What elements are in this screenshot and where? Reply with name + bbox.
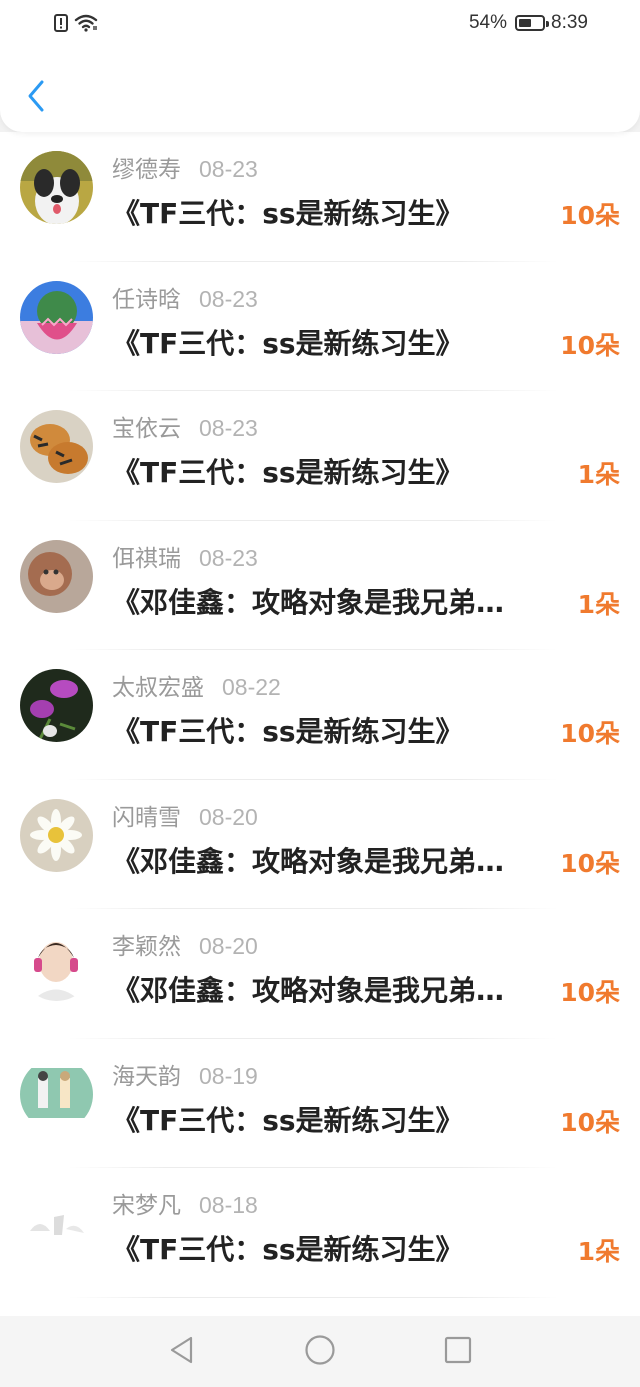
user-name[interactable]: 太叔宏盛 <box>112 668 204 702</box>
flower-count: 10朵 <box>560 201 620 230</box>
status-right: 54% 8:39 <box>469 12 588 34</box>
book-title[interactable]: 《TF三代：ss是新练习生》 <box>112 451 552 491</box>
item-meta: 太叔宏盛 08-22 <box>112 668 281 702</box>
list-item[interactable]: 任诗晗 08-23 《TF三代：ss是新练习生》 10朵 <box>0 262 640 391</box>
gift-date: 08-20 <box>199 803 258 830</box>
battery-level <box>519 19 532 27</box>
book-title[interactable]: 《TF三代：ss是新练习生》 <box>112 322 552 362</box>
avatar[interactable] <box>20 280 93 354</box>
nav-back-button[interactable] <box>162 1332 202 1372</box>
book-title[interactable]: 《邓佳鑫：攻略对象是我兄弟… <box>112 840 552 880</box>
item-meta: 缪德寿 08-23 <box>112 150 258 184</box>
avatar[interactable] <box>20 1187 93 1260</box>
monkey-avatar <box>20 539 93 613</box>
gift-date: 08-18 <box>199 1192 258 1218</box>
gift-date: 08-19 <box>199 1062 258 1089</box>
user-name[interactable]: 宝依云 <box>112 409 181 443</box>
item-meta: 宝依云 08-23 <box>112 409 258 443</box>
gift-list: 缪德寿 08-23 《TF三代：ss是新练习生》 10朵 任诗晗 08-23 《TF三代：s… <box>0 132 640 1316</box>
dog-avatar <box>20 151 93 224</box>
gift-date: 08-23 <box>199 156 258 182</box>
item-meta: 宋梦凡 08-18 <box>112 1186 258 1220</box>
flower-count: 10朵 <box>560 330 620 360</box>
daisy-avatar <box>20 798 93 872</box>
gift-date: 08-22 <box>222 674 281 700</box>
status-left <box>54 14 98 36</box>
nav-home-button[interactable] <box>300 1332 340 1372</box>
list-item[interactable]: 李颖然 08-20 《邓佳鑫：攻略对象是我兄弟… 10朵 <box>0 909 640 1039</box>
clock: 8:39 <box>551 12 588 33</box>
book-title[interactable]: 《TF三代：ss是新练习生》 <box>112 1228 552 1268</box>
list-item[interactable]: 佴祺瑞 08-23 《邓佳鑫：攻略对象是我兄弟… 1朵 <box>0 521 640 650</box>
list-item[interactable]: 宝依云 08-23 《TF三代：ss是新练习生》 1朵 <box>0 391 640 521</box>
gift-date: 08-20 <box>199 933 258 959</box>
flower-count: 10朵 <box>560 848 620 878</box>
gift-date: 08-23 <box>199 285 258 312</box>
gift-date: 08-23 <box>199 544 258 571</box>
user-name[interactable]: 李颖然 <box>112 927 181 961</box>
status-bar: 54% 8:39 <box>0 0 640 52</box>
flower-count: 1朵 <box>577 1237 620 1266</box>
header: 54% 8:39 <box>0 0 640 132</box>
alert-icon <box>54 14 68 36</box>
list-item[interactable]: 宋梦凡 08-18 《TF三代：ss是新练习生》 1朵 <box>0 1168 640 1298</box>
gift-list-screen: 54% 8:39 缪德寿 08-23 《TF三代：ss是新练习生》 10朵 任诗晗 08-… <box>0 0 640 1387</box>
cactus-avatar <box>20 280 93 354</box>
book-title[interactable]: 《TF三代：ss是新练习生》 <box>112 192 552 232</box>
user-name[interactable]: 佴祺瑞 <box>112 539 181 573</box>
morning-glory-avatar <box>20 669 93 742</box>
user-name[interactable]: 宋梦凡 <box>112 1186 181 1220</box>
user-name[interactable]: 海天韵 <box>112 1057 181 1091</box>
book-title[interactable]: 《TF三代：ss是新练习生》 <box>112 710 552 750</box>
boy-headphones-avatar <box>20 928 93 1001</box>
item-meta: 闪晴雪 08-20 <box>112 798 258 832</box>
flower-count: 1朵 <box>577 589 620 619</box>
user-name[interactable]: 缪德寿 <box>112 150 181 184</box>
list-item[interactable]: 缪德寿 08-23 《TF三代：ss是新练习生》 10朵 <box>0 132 640 262</box>
back-button[interactable] <box>16 76 56 120</box>
avatar[interactable] <box>20 410 93 483</box>
gift-date: 08-23 <box>199 415 258 441</box>
book-title[interactable]: 《TF三代：ss是新练习生》 <box>112 1099 552 1139</box>
system-nav-bar <box>0 1316 640 1387</box>
nav-recents-button[interactable] <box>438 1332 478 1372</box>
avatar[interactable] <box>20 669 93 742</box>
flower-count: 10朵 <box>560 978 620 1007</box>
item-meta: 李颖然 08-20 <box>112 927 258 961</box>
item-meta: 海天韵 08-19 <box>112 1057 258 1091</box>
battery-tip <box>546 21 550 27</box>
flower-count: 10朵 <box>560 719 620 748</box>
item-meta: 任诗晗 08-23 <box>112 280 258 314</box>
chevron-left-icon <box>25 79 47 117</box>
recents-square-icon <box>443 1335 473 1369</box>
user-name[interactable]: 任诗晗 <box>112 280 181 314</box>
home-circle-icon <box>304 1334 336 1370</box>
avatar[interactable] <box>20 539 93 613</box>
battery-percent: 54% <box>468 12 508 33</box>
flower-count: 10朵 <box>560 1107 620 1137</box>
tigers-avatar <box>20 410 93 483</box>
battery-icon <box>515 15 550 31</box>
two-girls-avatar <box>20 1057 93 1131</box>
wifi-icon <box>74 14 98 36</box>
avatar[interactable] <box>20 798 93 872</box>
list-item[interactable]: 太叔宏盛 08-22 《TF三代：ss是新练习生》 10朵 <box>0 650 640 780</box>
user-name[interactable]: 闪晴雪 <box>112 798 181 832</box>
list-item[interactable]: 海天韵 08-19 《TF三代：ss是新练习生》 10朵 <box>0 1039 640 1168</box>
avatar[interactable] <box>20 928 93 1001</box>
divider <box>68 1296 558 1298</box>
avatar[interactable] <box>20 151 93 224</box>
list-item[interactable]: 闪晴雪 08-20 《邓佳鑫：攻略对象是我兄弟… 10朵 <box>0 780 640 909</box>
flower-count: 1朵 <box>577 460 620 489</box>
book-title[interactable]: 《邓佳鑫：攻略对象是我兄弟… <box>112 581 552 621</box>
back-triangle-icon <box>168 1335 196 1369</box>
book-title[interactable]: 《邓佳鑫：攻略对象是我兄弟… <box>112 969 552 1009</box>
faded-sketch-avatar <box>20 1187 93 1260</box>
avatar[interactable] <box>20 1057 93 1131</box>
item-meta: 佴祺瑞 08-23 <box>112 539 258 573</box>
